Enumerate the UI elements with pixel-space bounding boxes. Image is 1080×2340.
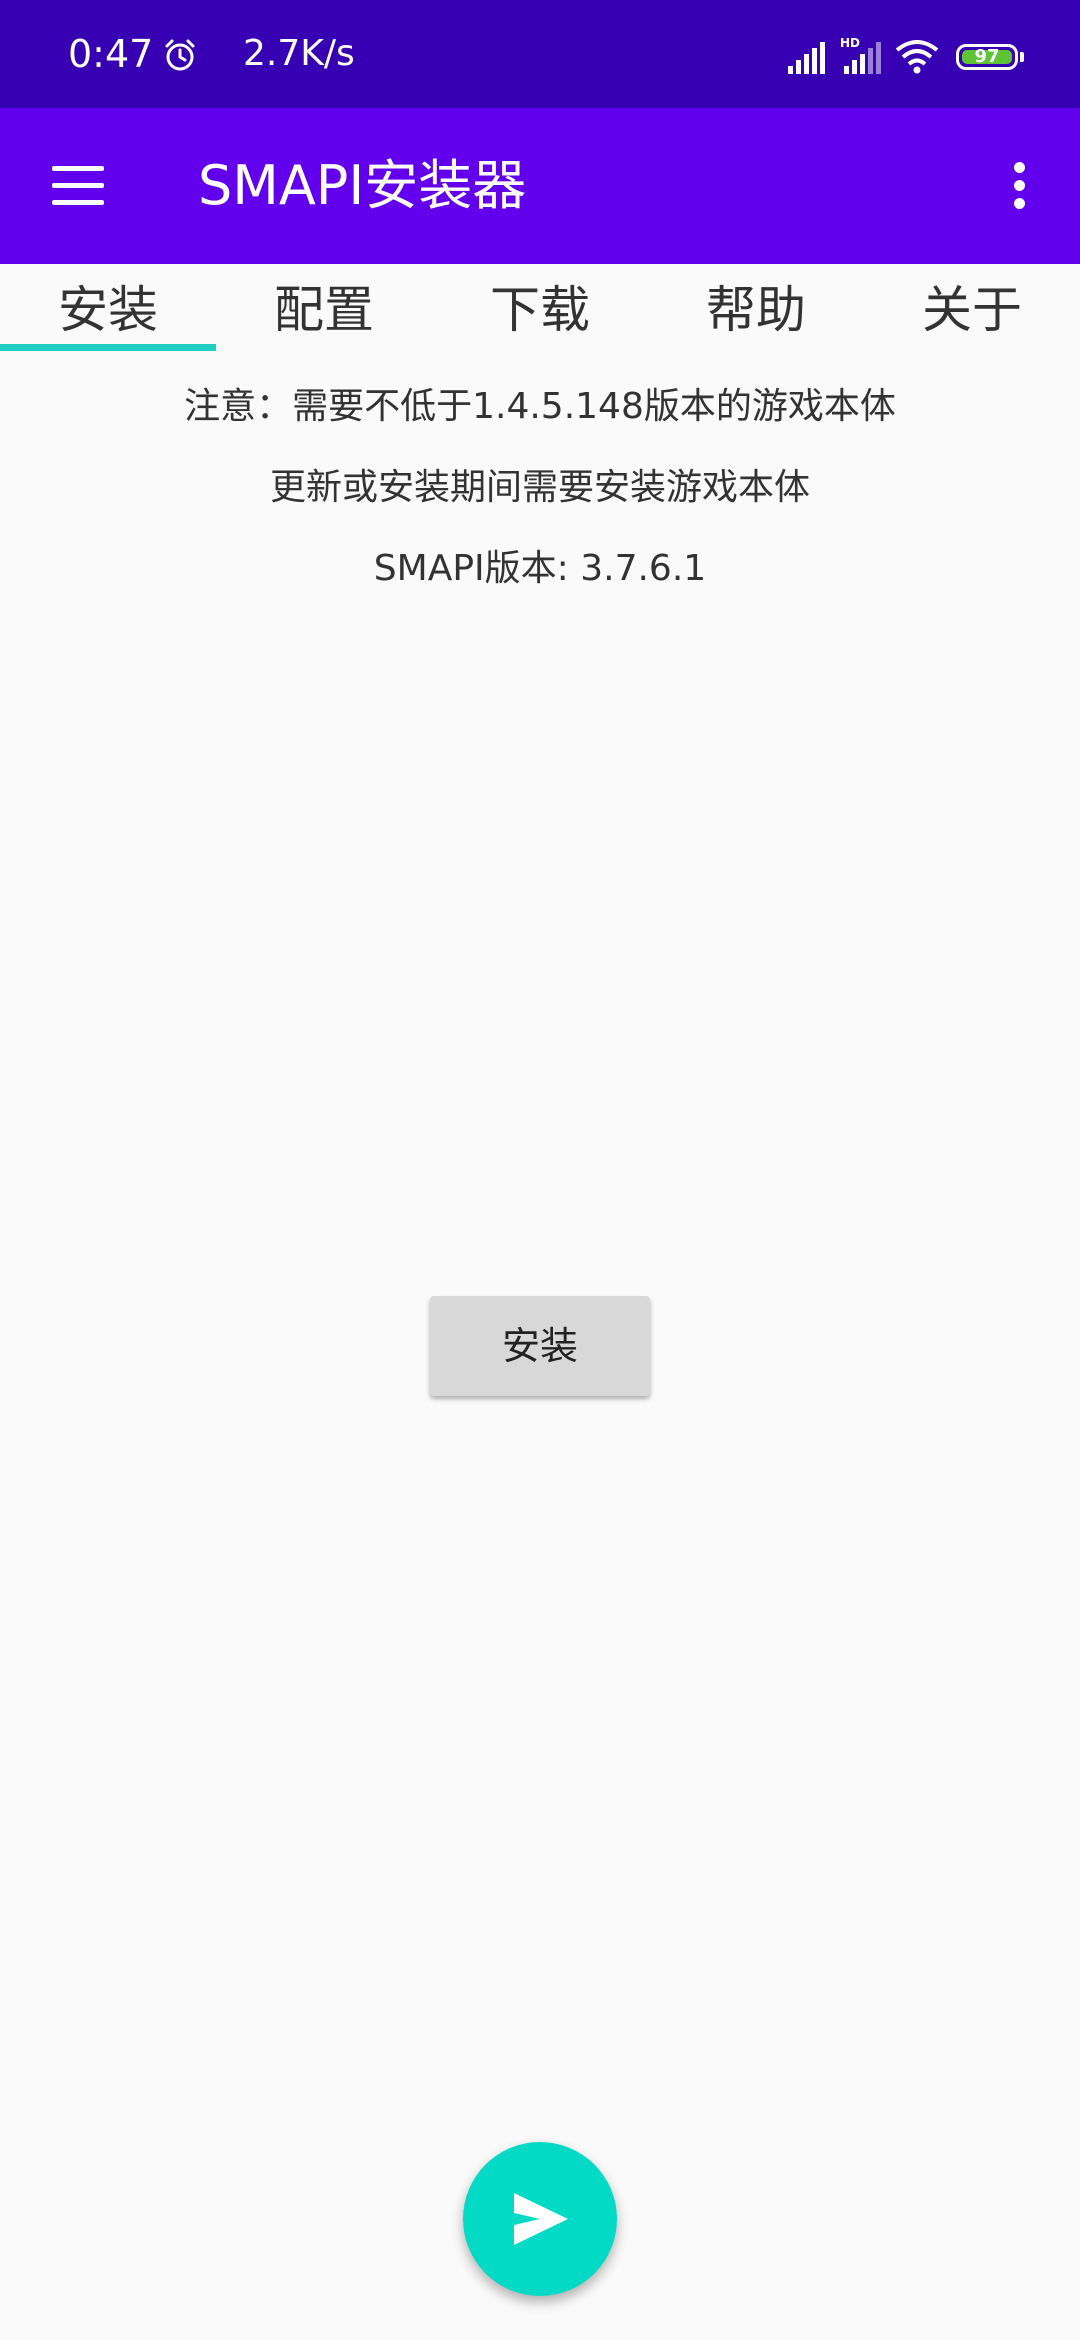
svg-text:HD: HD — [840, 36, 860, 50]
install-button[interactable]: 安装 — [430, 1296, 650, 1396]
dot — [1014, 162, 1025, 173]
menu-line — [52, 183, 104, 188]
send-fab[interactable] — [463, 2142, 617, 2296]
battery-icon: 97 — [956, 44, 1018, 70]
app-bar: SMAPI安装器 — [0, 108, 1080, 264]
signal-hd-icon: HD — [840, 36, 881, 74]
tab-help[interactable]: 帮助 — [648, 264, 864, 354]
tab-download[interactable]: 下载 — [432, 264, 648, 354]
wifi-icon — [895, 40, 939, 74]
menu-line — [52, 200, 104, 205]
tab-install[interactable]: 安装 — [0, 264, 216, 354]
tab-config[interactable]: 配置 — [216, 264, 432, 354]
dot — [1014, 180, 1025, 191]
smapi-version: SMAPI版本: 3.7.6.1 — [373, 548, 707, 589]
app-title: SMAPI安装器 — [198, 154, 527, 217]
tab-bar: 安装 配置 下载 帮助 关于 — [0, 264, 1080, 354]
alarm-icon — [165, 39, 195, 71]
tab-about[interactable]: 关于 — [864, 264, 1080, 354]
more-vertical-icon[interactable] — [1000, 152, 1040, 220]
status-time: 0:47 — [68, 32, 154, 76]
network-speed: 2.7K/s — [243, 33, 355, 74]
dot — [1014, 198, 1025, 209]
note-install-requirement: 更新或安装期间需要安装游戏本体 — [269, 467, 810, 508]
hamburger-menu-icon[interactable] — [40, 154, 112, 218]
battery-level: 97 — [974, 46, 1000, 67]
note-min-version: 注意：需要不低于1.4.5.148版本的游戏本体 — [184, 386, 896, 427]
status-bar: 0:47 2.7K/s HD 97 — [0, 0, 1080, 108]
tab-indicator — [0, 344, 216, 351]
signal-icon — [788, 42, 825, 74]
send-icon — [514, 2193, 568, 2245]
menu-line — [52, 166, 104, 171]
battery-tip — [1020, 52, 1024, 62]
